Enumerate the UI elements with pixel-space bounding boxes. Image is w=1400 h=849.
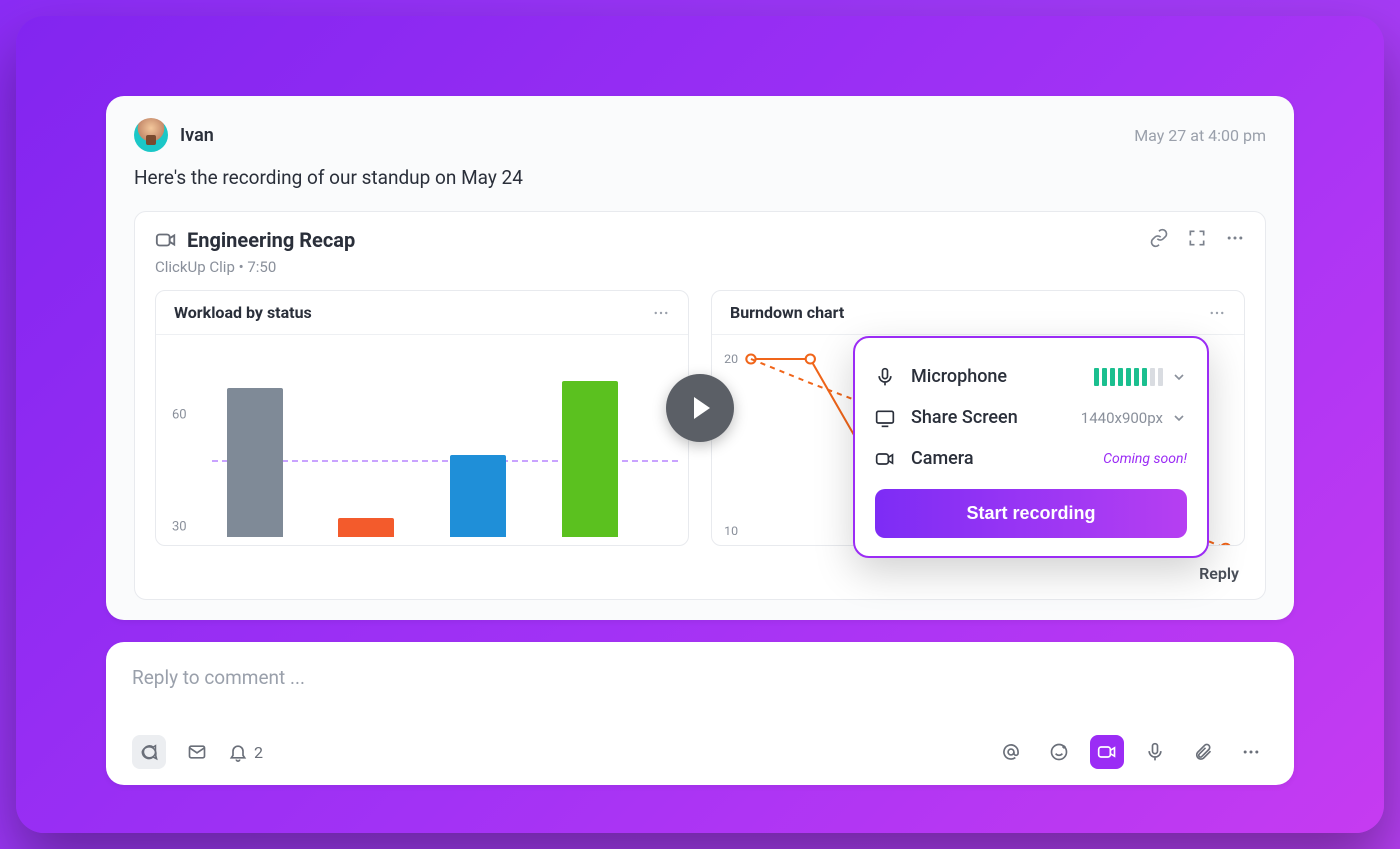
clip-preview: Workload by status 30 60 Burndown chart (155, 290, 1245, 546)
link-icon[interactable] (1149, 228, 1169, 248)
attachment-icon[interactable] (1186, 735, 1220, 769)
burndown-title: Burndown chart (730, 303, 844, 322)
mic-bar (1102, 368, 1107, 386)
camera-label: Camera (911, 448, 974, 469)
record-video-button[interactable] (1090, 735, 1124, 769)
camera-note: Coming soon! (1103, 451, 1187, 467)
workload-chart: Workload by status 30 60 (155, 290, 689, 546)
comment-body: Here's the recording of our standup on M… (134, 166, 1266, 189)
screen-icon (875, 408, 895, 428)
share-screen-row[interactable]: Share Screen 1440x900px (875, 397, 1187, 438)
share-screen-label: Share Screen (911, 407, 1018, 428)
mail-icon[interactable] (180, 735, 214, 769)
clip-header: Engineering Recap ClickUp Clip • 7:50 (155, 228, 1245, 290)
more-icon[interactable] (1234, 735, 1268, 769)
recording-popover: Microphone (853, 336, 1209, 558)
y-tick: 60 (172, 408, 187, 423)
play-icon (694, 397, 710, 419)
mic-bar (1118, 368, 1123, 386)
more-icon[interactable] (1225, 228, 1245, 248)
mic-bar (1158, 368, 1163, 386)
mic-bar (1094, 368, 1099, 386)
y-tick: 20 (724, 352, 738, 366)
comment-author: Ivan (134, 118, 214, 152)
start-recording-button[interactable]: Start recording (875, 489, 1187, 538)
mic-bar (1110, 368, 1115, 386)
y-tick: 10 (724, 524, 738, 538)
microphone-icon (875, 367, 895, 387)
bar (338, 518, 394, 537)
mic-bar (1150, 368, 1155, 386)
microphone-label: Microphone (911, 366, 1007, 387)
mic-bar (1142, 368, 1147, 386)
bar (562, 381, 618, 537)
comment-card: Ivan May 27 at 4:00 pm Here's the record… (106, 96, 1294, 620)
avatar[interactable] (134, 118, 168, 152)
clip-meta: ClickUp Clip • 7:50 (155, 258, 355, 276)
camera-row: Camera Coming soon! (875, 438, 1187, 479)
play-button[interactable] (666, 374, 734, 442)
comment-header: Ivan May 27 at 4:00 pm (134, 118, 1266, 152)
clip-actions (1149, 228, 1245, 248)
expand-icon[interactable] (1187, 228, 1207, 248)
chevron-down-icon[interactable] (1171, 369, 1187, 385)
chart-more-icon[interactable] (652, 304, 670, 322)
data-point (746, 355, 755, 364)
emoji-icon[interactable] (1042, 735, 1076, 769)
reply-button[interactable]: Reply (1199, 564, 1239, 583)
bar (450, 455, 506, 537)
share-screen-value: 1440x900px (1081, 409, 1163, 427)
notification-count: 2 (254, 743, 263, 762)
clip-card: Engineering Recap ClickUp Clip • 7:50 (134, 211, 1266, 600)
video-icon (155, 229, 177, 251)
chart-more-icon[interactable] (1208, 304, 1226, 322)
mic-bar (1126, 368, 1131, 386)
mic-level-meter (1094, 368, 1163, 386)
y-tick: 30 (172, 520, 187, 535)
data-point (1221, 544, 1230, 545)
reply-box: Reply to comment ... 2 (106, 642, 1294, 785)
workload-title: Workload by status (174, 303, 312, 322)
clip-title: Engineering Recap (187, 228, 355, 252)
record-audio-icon[interactable] (1138, 735, 1172, 769)
camera-icon (875, 449, 895, 469)
mic-bar (1134, 368, 1139, 386)
comment-timestamp: May 27 at 4:00 pm (1134, 126, 1266, 145)
author-name: Ivan (180, 125, 214, 146)
bar (227, 388, 283, 537)
reply-toolbar: 2 (132, 735, 1268, 769)
mention-icon[interactable] (994, 735, 1028, 769)
app-window: Ivan May 27 at 4:00 pm Here's the record… (16, 16, 1384, 833)
notification-bell[interactable]: 2 (228, 742, 263, 762)
data-point (806, 355, 815, 364)
reply-input[interactable]: Reply to comment ... (132, 666, 1268, 689)
chevron-down-icon[interactable] (1171, 410, 1187, 426)
comment-icon[interactable] (132, 735, 166, 769)
microphone-row[interactable]: Microphone (875, 356, 1187, 397)
